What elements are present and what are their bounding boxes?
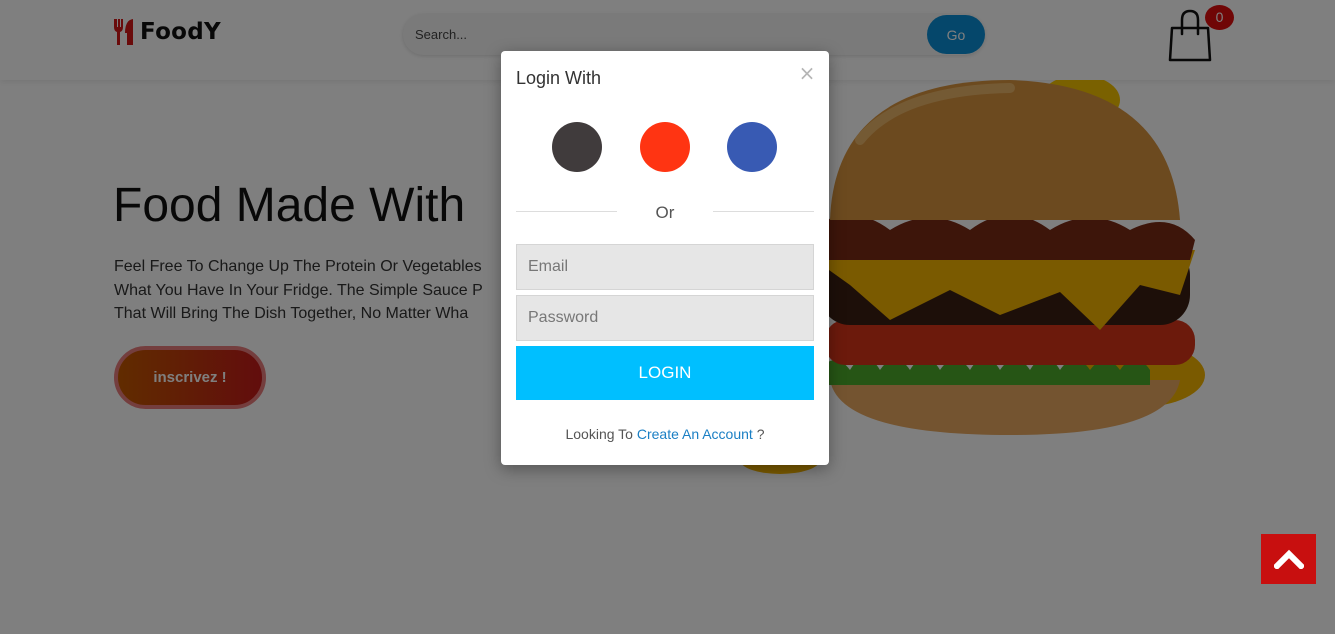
modal-title: Login With [516, 68, 602, 88]
login-modal: Login With × Or LOGIN Looking To Create … [501, 51, 829, 465]
close-icon[interactable]: × [798, 63, 816, 83]
email-field[interactable] [516, 244, 814, 290]
divider [516, 211, 617, 212]
social-login-github-button[interactable] [552, 122, 602, 172]
create-account-link[interactable]: Create An Account [637, 426, 753, 442]
prompt-suffix: ? [756, 426, 765, 442]
login-button[interactable]: LOGIN [516, 346, 814, 400]
password-field[interactable] [516, 295, 814, 341]
prompt-prefix: Looking To [565, 426, 633, 442]
chevron-up-icon [1273, 549, 1304, 569]
create-account-prompt: Looking To Create An Account ? [501, 426, 829, 442]
or-label: Or [655, 203, 675, 222]
divider [713, 211, 814, 212]
scroll-to-top-button[interactable] [1261, 534, 1316, 584]
social-login-facebook-button[interactable] [727, 122, 777, 172]
social-login-google-button[interactable] [640, 122, 690, 172]
